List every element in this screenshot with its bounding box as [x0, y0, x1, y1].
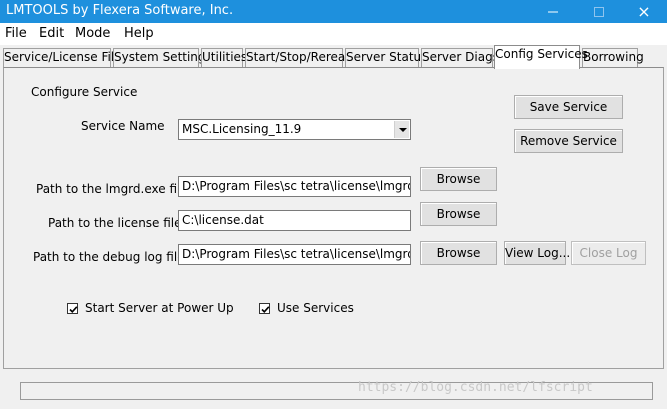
remove-service-button[interactable]: Remove Service	[514, 129, 623, 153]
use-services-label: Use Services	[277, 301, 354, 315]
checkmark-icon	[69, 306, 78, 313]
debug-log-path-label: Path to the debug log file	[33, 250, 185, 264]
lmgrd-path-input[interactable]: D:\Program Files\sc tetra\license\lmgrd.…	[178, 176, 411, 197]
maximize-button[interactable]	[576, 0, 622, 23]
license-path-input[interactable]: C:\license.dat	[178, 210, 411, 231]
menu-mode[interactable]: Mode	[75, 25, 110, 42]
config-services-panel: Configure Service Save Service Remove Se…	[3, 67, 664, 369]
tab-server-diags[interactable]: Server Diags	[421, 48, 499, 68]
tab-config-services[interactable]: Config Services	[494, 45, 588, 69]
menu-bar: File Edit Mode Help	[0, 23, 667, 45]
checkmark-icon	[261, 306, 270, 313]
license-path-label: Path to the license file	[48, 216, 182, 230]
tab-borrowing[interactable]: Borrowing	[582, 48, 644, 68]
lmgrd-path-label: Path to the lmgrd.exe file	[36, 182, 188, 196]
browse-debug-log-button[interactable]: Browse	[420, 241, 497, 265]
maximize-icon	[594, 6, 604, 17]
use-services-checkbox[interactable]	[259, 303, 270, 314]
tab-utilities[interactable]: Utilities	[201, 48, 247, 68]
tab-server-status[interactable]: Server Status	[345, 48, 427, 68]
tab-system-settings[interactable]: System Settings	[113, 48, 212, 68]
service-name-value: MSC.Licensing_11.9	[182, 122, 302, 136]
minimize-button[interactable]	[530, 0, 576, 23]
service-name-combo[interactable]: MSC.Licensing_11.9	[178, 119, 411, 140]
close-icon: ×	[637, 1, 651, 21]
browse-license-button[interactable]: Browse	[420, 202, 497, 226]
tab-start-stop-reread[interactable]: Start/Stop/Reread	[245, 48, 353, 68]
title-bar: LMTOOLS by Flexera Software, Inc. ×	[0, 0, 667, 23]
menu-edit[interactable]: Edit	[39, 25, 64, 42]
watermark: https://blog.csdn.net/lfscript	[358, 380, 593, 395]
menu-help[interactable]: Help	[124, 25, 154, 42]
tab-strip: Service/License File System Settings Uti…	[0, 45, 667, 69]
start-at-power-up-label: Start Server at Power Up	[85, 301, 234, 315]
save-service-button[interactable]: Save Service	[514, 95, 623, 119]
window-title: LMTOOLS by Flexera Software, Inc.	[6, 3, 234, 18]
start-at-power-up-checkbox[interactable]	[67, 303, 78, 314]
tab-service-license-file[interactable]: Service/License File	[3, 48, 122, 68]
browse-lmgrd-button[interactable]: Browse	[420, 167, 497, 191]
close-button[interactable]: ×	[621, 0, 667, 23]
menu-file[interactable]: File	[5, 25, 27, 42]
chevron-down-icon[interactable]	[394, 121, 409, 138]
view-log-button[interactable]: View Log...	[504, 241, 570, 265]
service-name-label: Service Name	[81, 119, 165, 133]
configure-service-heading: Configure Service	[31, 85, 138, 99]
minimize-icon	[548, 11, 558, 12]
close-log-button[interactable]: Close Log	[571, 241, 646, 265]
debug-log-path-input[interactable]: D:\Program Files\sc tetra\license\lmgrd.…	[178, 244, 411, 265]
